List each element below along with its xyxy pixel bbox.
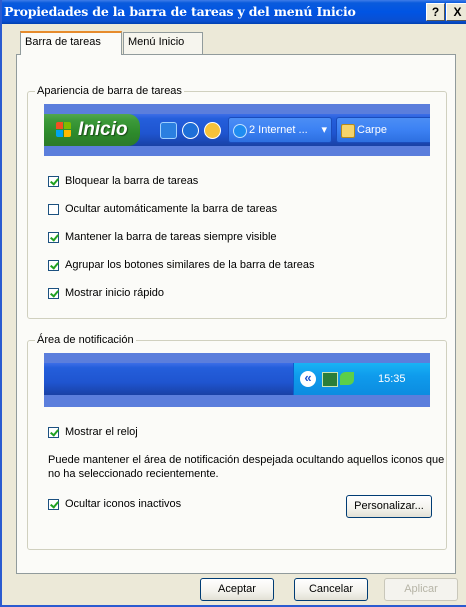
group-buttons-label: Agrupar los botones similares de la barr… xyxy=(65,259,315,271)
auto-hide-label: Ocultar automáticamente la barra de tare… xyxy=(65,203,278,215)
folder-icon xyxy=(341,124,355,138)
quick-launch-checkbox[interactable] xyxy=(48,288,59,299)
tab-barra-de-tareas[interactable]: Barra de tareas xyxy=(20,31,122,55)
messenger-icon xyxy=(340,372,354,385)
help-button[interactable]: ? xyxy=(426,3,445,21)
hide-inactive-checkbox[interactable] xyxy=(48,499,59,510)
tab-panel: Apariencia de barra de tareas Inicio 2 I… xyxy=(16,54,456,574)
expand-tray-icon: « xyxy=(300,371,316,387)
show-clock-label: Mostrar el reloj xyxy=(65,426,138,438)
taskbar-appearance-group: Apariencia de barra de tareas Inicio 2 I… xyxy=(27,85,447,319)
network-icon xyxy=(322,372,338,387)
notification-preview: « 15:35 xyxy=(44,353,430,407)
preview-folder-item: Carpe xyxy=(336,117,430,143)
taskbar-appearance-legend: Apariencia de barra de tareas xyxy=(35,85,184,97)
preview-taskbar: Inicio 2 Internet ... ▾ Carpe xyxy=(44,114,430,146)
windows-logo-icon xyxy=(56,122,72,138)
lock-taskbar-checkbox[interactable] xyxy=(48,176,59,187)
hide-inactive-label: Ocultar iconos inactivos xyxy=(65,498,182,510)
customize-button[interactable]: Personalizar... xyxy=(346,495,432,518)
ok-button[interactable]: Aceptar xyxy=(200,578,274,601)
notification-description: Puede mantener el área de notificación d… xyxy=(48,454,445,480)
internet-explorer-icon xyxy=(233,124,247,138)
preview-internet-item: 2 Internet ... ▾ xyxy=(228,117,332,143)
lock-taskbar-label: Bloquear la barra de tareas xyxy=(65,175,199,187)
always-on-top-label: Mantener la barra de tareas siempre visi… xyxy=(65,231,277,243)
preview-start-label: Inicio xyxy=(78,119,128,140)
browser-icon xyxy=(182,122,199,139)
taskbar-preview: Inicio 2 Internet ... ▾ Carpe xyxy=(44,104,430,156)
always-on-top-checkbox[interactable] xyxy=(48,232,59,243)
apply-button[interactable]: Aplicar xyxy=(384,578,458,601)
tray-clock: 15:35 xyxy=(378,373,406,385)
internet-explorer-icon xyxy=(160,122,177,139)
chevron-down-icon: ▾ xyxy=(321,124,327,136)
auto-hide-checkbox[interactable] xyxy=(48,204,59,215)
notification-preview-taskbar: « 15:35 xyxy=(44,363,430,395)
show-clock-checkbox[interactable] xyxy=(48,427,59,438)
taskbar-properties-dialog: Propiedades de la barra de tareas y del … xyxy=(0,0,466,607)
notification-area-legend: Área de notificación xyxy=(35,334,136,346)
preview-internet-label: 2 Internet ... xyxy=(249,124,308,136)
cancel-button[interactable]: Cancelar xyxy=(294,578,368,601)
group-buttons-checkbox[interactable] xyxy=(48,260,59,271)
media-icon xyxy=(204,122,221,139)
tab-menu-inicio[interactable]: Menú Inicio xyxy=(123,32,203,54)
window-title: Propiedades de la barra de tareas y del … xyxy=(4,4,356,19)
title-bar[interactable]: Propiedades de la barra de tareas y del … xyxy=(2,0,466,24)
notification-tray: « 15:35 xyxy=(293,363,430,395)
close-button[interactable]: X xyxy=(446,3,466,21)
quick-launch-label: Mostrar inicio rápido xyxy=(65,287,165,299)
preview-folder-label: Carpe xyxy=(357,124,387,136)
notification-area-group: Área de notificación « 15:35 Mostrar el … xyxy=(27,334,447,550)
preview-start-button: Inicio xyxy=(44,114,140,146)
